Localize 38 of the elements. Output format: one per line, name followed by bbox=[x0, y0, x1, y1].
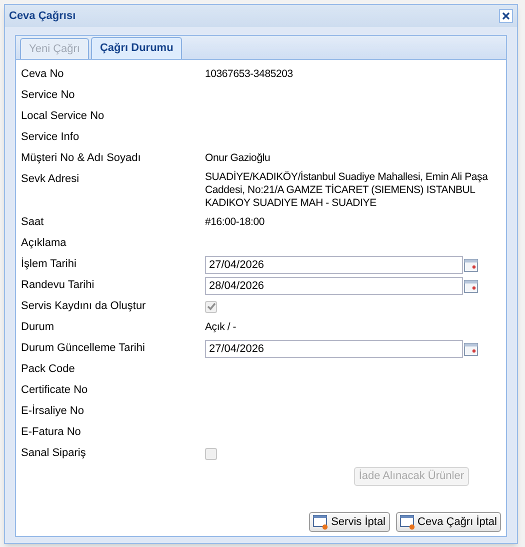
calendar-icon[interactable] bbox=[463, 256, 479, 272]
field-label: Sevk Adresi bbox=[21, 172, 80, 187]
window-icon bbox=[400, 514, 416, 530]
window-title: Ceva Çağrısı bbox=[9, 8, 76, 24]
field-label: Açıklama bbox=[21, 236, 68, 252]
field-label: Local Service No bbox=[21, 109, 106, 124]
field-label: Saat bbox=[21, 215, 45, 230]
field-label: Pack Code bbox=[21, 362, 76, 378]
close-icon bbox=[502, 12, 510, 20]
action-button[interactable]: Ceva Çağrı İptal bbox=[396, 512, 501, 532]
date-field[interactable]: 27/04/2026 bbox=[205, 256, 463, 274]
close-button[interactable] bbox=[499, 9, 513, 23]
date-field[interactable]: 28/04/2026 bbox=[205, 276, 463, 294]
date-field[interactable]: 27/04/2026 bbox=[205, 340, 463, 358]
field-label: Servis Kaydını da Oluştur bbox=[21, 299, 147, 314]
field-label: Service No bbox=[21, 88, 76, 104]
field-label: Sanal Sipariş bbox=[21, 446, 87, 462]
field-label: Service Info bbox=[21, 130, 80, 146]
action-button[interactable]: Servis İptal bbox=[309, 512, 390, 532]
field-value: Onur Gazioğlu bbox=[205, 152, 272, 165]
check-icon bbox=[206, 302, 216, 311]
field-label: Müşteri No & Adı Soyadı bbox=[21, 151, 142, 166]
field-value: SUADİYE/KADIKÖY/İstanbul Suadiye Mahallesi, Emin Ali Paşa Caddesi, No:21/A GAMZE TİCARET (SIEMENS) ISTANBUL KADIKOY SUADIYE MAH - SUADIYE bbox=[205, 171, 489, 210]
calendar-icon[interactable] bbox=[463, 340, 479, 356]
field-value: 10367653-3485203 bbox=[205, 68, 294, 81]
field-label: Durum bbox=[21, 320, 56, 336]
field-value: Açık / - bbox=[205, 321, 238, 334]
calendar-icon[interactable] bbox=[463, 278, 479, 294]
field-label: İşlem Tarihi bbox=[21, 256, 78, 272]
field-label: E-Fatura No bbox=[21, 425, 82, 440]
tab[interactable]: Çağrı Durumu bbox=[90, 37, 182, 59]
field-label: Randevu Tarihi bbox=[21, 278, 96, 294]
field-label: E-İrsaliye No bbox=[21, 404, 85, 420]
field-label: Ceva No bbox=[21, 67, 65, 82]
field-label: Durum Güncelleme Tarihi bbox=[21, 341, 146, 356]
window-icon bbox=[313, 514, 330, 530]
field-value: #16:00-18:00 bbox=[205, 216, 266, 229]
field-label: Certificate No bbox=[21, 383, 89, 398]
